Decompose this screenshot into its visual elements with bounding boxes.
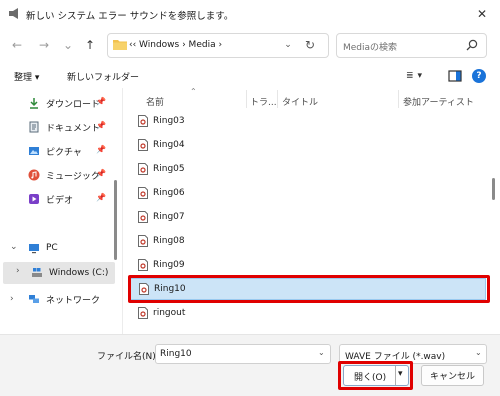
audio-file-icon (138, 139, 148, 151)
filename-value[interactable]: Ring10 (160, 349, 192, 359)
audio-file-icon (138, 115, 148, 127)
file-name: Ring07 (153, 212, 185, 222)
nav-item-windows-c[interactable]: Windows (C:) (31, 263, 108, 283)
address-dropdown-icon[interactable]: ⌄ (281, 38, 295, 52)
list-view-icon: ≣ (406, 71, 414, 81)
up-button[interactable]: ↑ (81, 36, 99, 54)
nav-item-music[interactable]: ミュージック (28, 165, 100, 185)
search-icon[interactable] (466, 39, 478, 51)
video-icon (29, 194, 39, 204)
cancel-button[interactable]: キャンセル (421, 365, 484, 386)
audio-file-icon (138, 187, 148, 199)
pin-icon: 📌 (96, 145, 106, 154)
refresh-icon[interactable]: ↻ (302, 37, 318, 53)
selection-highlight-frame (128, 275, 490, 303)
file-name: Ring04 (153, 140, 185, 150)
drive-icon (32, 268, 42, 277)
file-row[interactable]: Ring09 (130, 254, 486, 276)
nav-item-network[interactable]: ネットワーク (28, 289, 100, 309)
pin-icon: 📌 (96, 97, 106, 106)
file-name: Ring05 (153, 164, 185, 174)
file-row[interactable]: Ring07 (130, 206, 486, 228)
picture-icon (29, 147, 39, 155)
file-row[interactable]: Ring06 (130, 182, 486, 204)
music-icon (28, 169, 40, 181)
file-row[interactable]: ringout (130, 302, 486, 324)
nav-item-pc[interactable]: PC (28, 238, 58, 258)
column-separator[interactable] (246, 90, 247, 108)
file-name: Ring09 (153, 260, 185, 270)
expand-drive-icon[interactable]: › (16, 266, 20, 276)
navpane-scrollbar[interactable] (114, 180, 117, 260)
nav-item-downloads[interactable]: ダウンロード (28, 93, 100, 113)
nav-item-label: ネットワーク (46, 295, 101, 306)
search-input[interactable]: Mediaの検索 (343, 40, 397, 53)
column-header-name[interactable]: 名前 (146, 95, 164, 108)
back-button[interactable]: ← (8, 36, 26, 54)
folder-icon (113, 40, 127, 50)
new-folder-button[interactable]: 新しいフォルダー (67, 70, 139, 83)
filelist-scrollbar[interactable] (492, 178, 495, 200)
file-row[interactable]: Ring05 (130, 158, 486, 180)
nav-item-label: Windows (C:) (49, 268, 109, 278)
speaker-icon (9, 8, 18, 19)
audio-file-icon (138, 307, 148, 319)
download-icon (30, 98, 38, 109)
nav-item-documents[interactable]: ドキュメント (28, 117, 100, 137)
file-row[interactable]: Ring08 (130, 230, 486, 252)
sort-ascending-icon: ⌃ (190, 87, 197, 96)
file-row[interactable]: Ring04 (130, 134, 486, 156)
pin-icon: 📌 (96, 193, 106, 202)
forward-button[interactable]: → (35, 36, 53, 54)
window-title: 新しい システム エラー サウンドを参照します。 (26, 11, 234, 22)
nav-item-label: ミュージック (46, 171, 100, 182)
pin-icon: 📌 (96, 169, 106, 178)
network-icon (29, 295, 39, 303)
close-button[interactable]: ✕ (468, 2, 496, 26)
audio-file-icon (138, 259, 148, 271)
nav-item-label: ビデオ (46, 195, 74, 206)
pc-icon (29, 244, 39, 254)
open-highlight-frame (338, 361, 413, 390)
column-header-title[interactable]: タイトル (282, 95, 318, 108)
audio-file-icon (138, 163, 148, 175)
filename-label: ファイル名(N): (97, 352, 159, 362)
view-menu-button[interactable]: ≣ ▾ (406, 68, 436, 84)
column-separator[interactable] (277, 90, 278, 108)
chevron-down-icon: ▾ (417, 71, 423, 81)
help-icon[interactable]: ? (472, 69, 486, 83)
chevron-down-icon[interactable]: ⌄ (475, 348, 482, 357)
file-name: Ring03 (153, 116, 185, 126)
nav-item-label: PC (46, 243, 58, 253)
nav-item-label: ピクチャ (46, 147, 82, 158)
nav-item-pictures[interactable]: ピクチャ (28, 141, 82, 161)
file-name: Ring06 (153, 188, 185, 198)
audio-file-icon (138, 211, 148, 223)
nav-item-label: ダウンロード (46, 99, 101, 110)
pane-divider (122, 88, 123, 334)
preview-pane-icon[interactable] (448, 69, 462, 83)
chevron-down-icon[interactable]: ⌄ (318, 348, 325, 357)
expand-network-icon[interactable]: › (10, 294, 14, 304)
recent-locations-button[interactable]: ⌄ (59, 36, 77, 54)
nav-item-label: ドキュメント (46, 123, 101, 134)
audio-file-icon (138, 235, 148, 247)
file-row[interactable]: Ring03 (130, 110, 486, 132)
column-separator[interactable] (398, 90, 399, 108)
column-header-track[interactable]: トラ... (250, 95, 277, 108)
address-path[interactable]: ‹‹ Windows › Media › (129, 40, 222, 50)
organize-menu[interactable]: 整理 ▾ (14, 70, 39, 83)
expand-pc-icon[interactable]: ⌄ (10, 242, 18, 252)
document-icon (29, 121, 39, 133)
file-name: ringout (153, 308, 186, 318)
pin-icon: 📌 (96, 121, 106, 130)
nav-item-videos[interactable]: ビデオ (28, 189, 73, 209)
column-header-artist[interactable]: 参加アーティスト (403, 95, 474, 108)
file-name: Ring08 (153, 236, 185, 246)
